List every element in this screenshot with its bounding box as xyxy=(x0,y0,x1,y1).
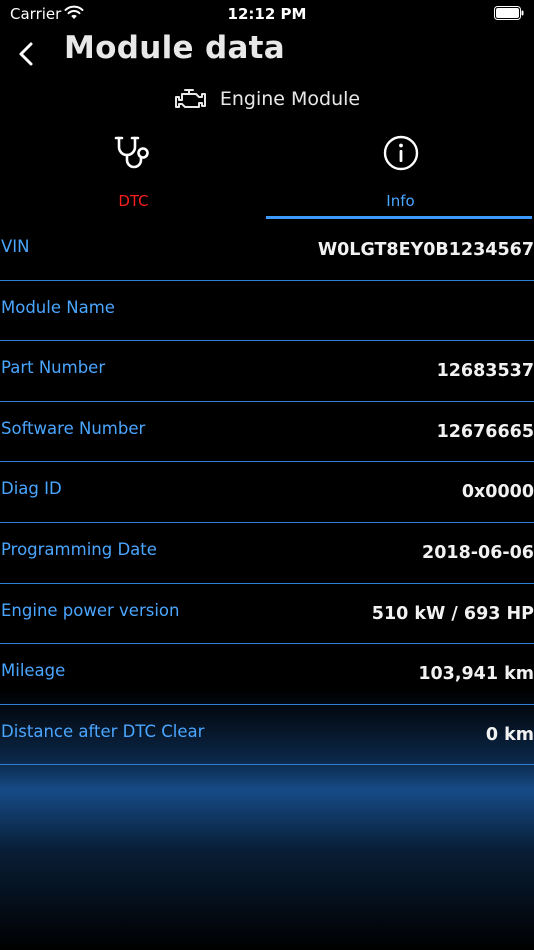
row-label: Software Number xyxy=(1,418,146,438)
info-icon xyxy=(383,135,419,171)
row-software-number: Software Number 12676665 xyxy=(0,402,534,463)
tab-bar: DTC Info xyxy=(0,128,534,220)
row-module-name: Module Name xyxy=(0,281,534,342)
row-value: 510 kW / 693 HP xyxy=(371,603,534,624)
battery-icon xyxy=(494,6,524,20)
row-mileage: Mileage 103,941 km xyxy=(0,644,534,705)
back-button[interactable] xyxy=(12,36,42,72)
row-diag-id: Diag ID 0x0000 xyxy=(0,462,534,523)
row-engine-power-version: Engine power version 510 kW / 693 HP xyxy=(0,584,534,645)
tab-info[interactable]: Info xyxy=(267,128,534,220)
active-tab-indicator xyxy=(266,216,532,219)
info-list: VIN W0LGT8EY0B1234567 Module Name Part N… xyxy=(0,220,534,766)
row-label: Engine power version xyxy=(1,600,180,620)
row-label: Diag ID xyxy=(1,479,62,499)
row-label: Distance after DTC Clear xyxy=(1,721,205,741)
row-part-number: Part Number 12683537 xyxy=(0,341,534,402)
module-header: Engine Module xyxy=(0,82,534,116)
row-label: Mileage xyxy=(1,661,66,681)
row-value: 12683537 xyxy=(436,361,534,382)
row-distance-after-dtc-clear: Distance after DTC Clear 0 km xyxy=(0,705,534,766)
module-name: Engine Module xyxy=(219,88,361,110)
row-value: 2018-06-06 xyxy=(422,542,534,563)
row-value: 0 km xyxy=(485,724,534,745)
row-value: 12676665 xyxy=(436,421,534,442)
row-value: W0LGT8EY0B1234567 xyxy=(317,240,534,260)
stethoscope-icon xyxy=(114,136,149,169)
row-label: Programming Date xyxy=(1,539,157,559)
tab-dtc-label: DTC xyxy=(118,192,149,210)
page-title: Module data xyxy=(64,30,285,66)
row-value: 0x0000 xyxy=(461,482,534,503)
status-bar: Carrier 12:12 PM xyxy=(0,0,534,28)
tab-dtc[interactable]: DTC xyxy=(0,128,267,220)
row-vin: VIN W0LGT8EY0B1234567 xyxy=(0,220,534,281)
row-value: 103,941 km xyxy=(418,664,534,685)
clock: 12:12 PM xyxy=(227,5,307,23)
tab-info-label: Info xyxy=(386,192,415,210)
row-label: VIN xyxy=(1,237,30,256)
row-programming-date: Programming Date 2018-06-06 xyxy=(0,523,534,584)
navigation-bar: Module data xyxy=(0,28,534,78)
row-label: Part Number xyxy=(1,358,106,378)
engine-icon xyxy=(174,89,206,108)
row-label: Module Name xyxy=(1,297,115,317)
